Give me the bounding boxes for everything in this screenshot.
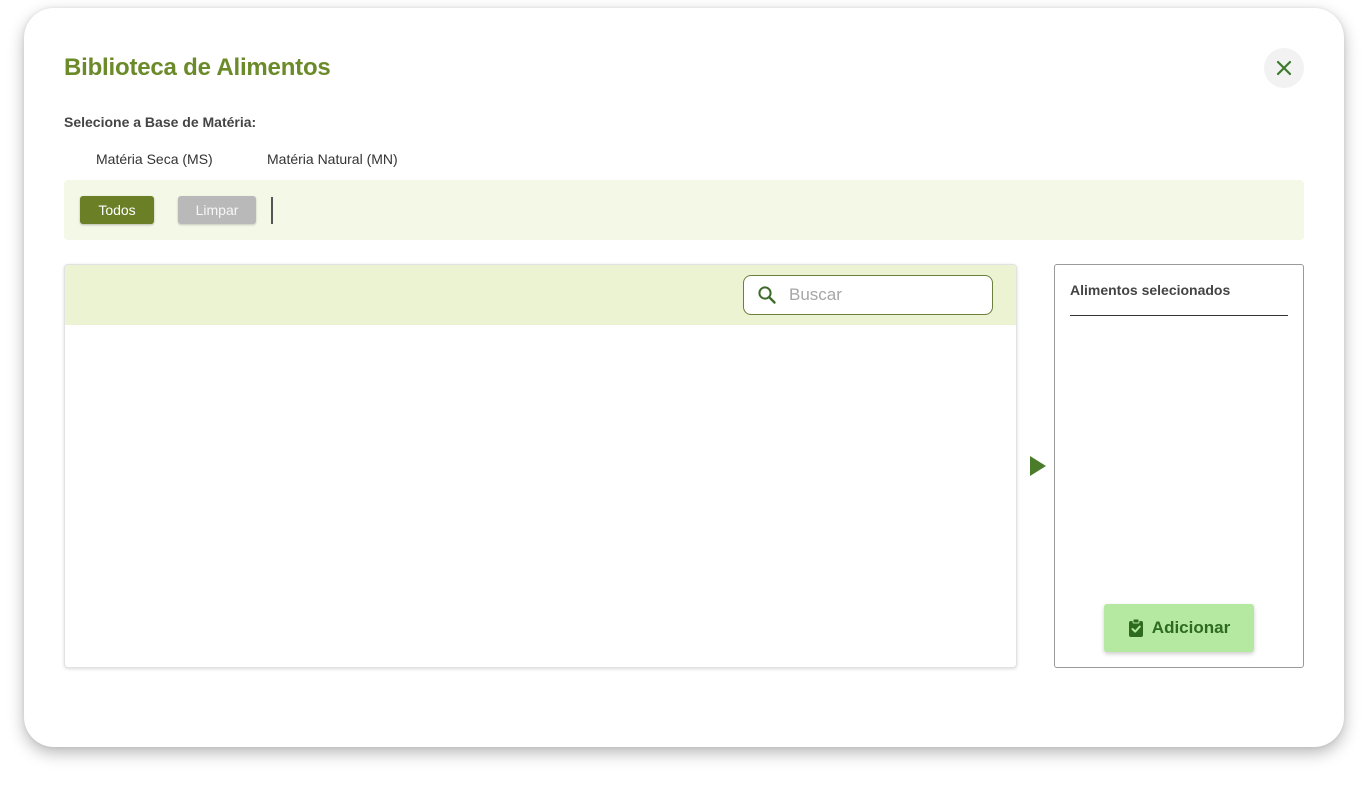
play-arrow-icon <box>1030 456 1046 476</box>
todos-button[interactable]: Todos <box>80 196 154 224</box>
food-library-modal: Biblioteca de Alimentos Selecione a Base… <box>24 8 1344 747</box>
close-button[interactable] <box>1264 48 1304 88</box>
add-button[interactable]: Adicionar <box>1104 604 1254 652</box>
selected-foods-title: Alimentos selecionados <box>1070 282 1231 298</box>
search-field[interactable] <box>743 275 993 315</box>
transfer-button[interactable] <box>1028 455 1048 477</box>
clipboard-check-icon <box>1128 618 1143 637</box>
filter-bar: Todos Limpar <box>64 180 1304 240</box>
modal-title: Biblioteca de Alimentos <box>64 54 331 81</box>
add-button-label: Adicionar <box>1151 618 1231 637</box>
filter-divider <box>271 197 273 224</box>
limpar-button[interactable]: Limpar <box>178 196 256 224</box>
base-materia-label: Selecione a Base de Matéria: <box>64 114 257 130</box>
search-icon <box>758 286 776 304</box>
base-option-ms[interactable]: Matéria Seca (MS) <box>96 151 213 167</box>
food-table-body[interactable] <box>65 325 1016 667</box>
selected-foods-panel: Alimentos selecionados Adicionar <box>1054 264 1304 668</box>
search-input[interactable] <box>789 285 979 305</box>
food-table-panel <box>64 264 1017 668</box>
selected-foods-divider <box>1070 315 1288 316</box>
close-icon <box>1276 60 1292 76</box>
table-header <box>65 265 1016 325</box>
base-option-mn[interactable]: Matéria Natural (MN) <box>267 151 398 167</box>
